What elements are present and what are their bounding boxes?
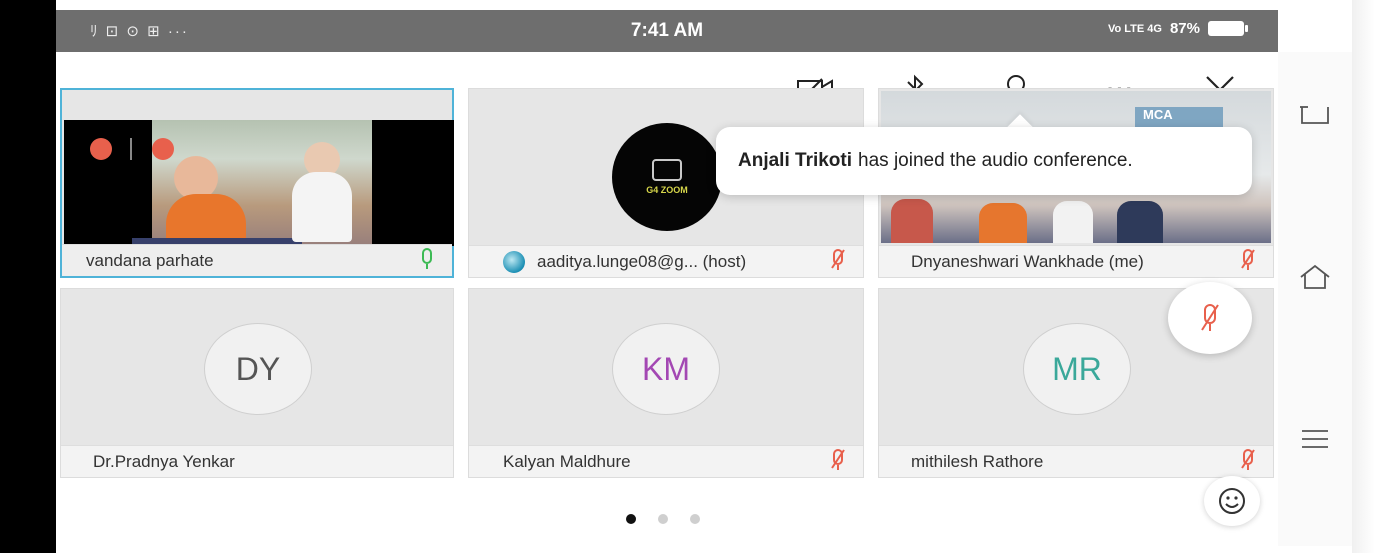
avatar-initials: KM	[642, 350, 690, 387]
avatar: DY	[204, 323, 312, 415]
recording-icon	[90, 138, 112, 160]
participant-name: vandana parhate	[86, 250, 214, 270]
reactions-button[interactable]	[1204, 476, 1260, 526]
background-banner: MCA	[1135, 107, 1223, 127]
toast-message: has joined the audio conference.	[858, 150, 1133, 171]
participant-name: Kalyan Maldhure	[503, 451, 631, 471]
back-button[interactable]	[1296, 96, 1334, 134]
page-dot[interactable]	[690, 514, 700, 524]
mic-muted-icon	[1241, 449, 1255, 470]
network-indicator: Vo LTE 4G	[1107, 22, 1162, 35]
avatar-initials: DY	[235, 350, 281, 387]
participant-name-bar: vandana parhate	[62, 244, 452, 276]
avatar: MR	[1023, 323, 1131, 415]
home-button[interactable]	[1296, 258, 1334, 296]
smiley-icon	[1219, 488, 1245, 514]
system-navigation-bar	[1278, 52, 1352, 546]
edge-shadow	[1352, 0, 1375, 553]
battery-percentage: 87%	[1169, 20, 1200, 37]
host-avatar: G4 ZOOM	[612, 123, 722, 231]
participant-name-bar: Kalyan Maldhure	[469, 445, 863, 477]
participant-name-bar: mithilesh Rathore	[879, 445, 1273, 477]
status-indicators: Vo LTE 4G 87%	[1107, 20, 1248, 37]
participant-name: Dnyaneshwari Wankhade (me)	[911, 251, 1144, 271]
avatar: KM	[612, 323, 720, 415]
mic-muted-icon	[831, 449, 845, 470]
battery-icon	[1208, 21, 1248, 36]
toast-participant-name: Anjali Trikoti	[738, 150, 853, 171]
participant-tile[interactable]: vandana parhate	[60, 88, 454, 278]
participant-tile[interactable]: KM Kalyan Maldhure	[468, 288, 864, 478]
mic-muted-icon	[1201, 304, 1219, 331]
page-indicator[interactable]	[626, 514, 700, 524]
mic-muted-icon	[1241, 249, 1255, 270]
participant-video	[64, 120, 454, 276]
left-edge-bar	[0, 0, 56, 553]
meeting-screen: ··· vandana parhate	[56, 52, 1278, 546]
participant-name-bar: Dr.Pradnya Yenkar	[61, 445, 453, 477]
participant-name: Dr.Pradnya Yenkar	[93, 451, 235, 471]
page-dot[interactable]	[658, 514, 668, 524]
live-indicator-icon	[152, 138, 174, 160]
status-bar: ﾘ ⊡ ⊙ ⊞ ··· 7:41 AM Vo LTE 4G 87%	[56, 10, 1278, 52]
mic-on-icon	[422, 248, 432, 269]
menu-icon	[1302, 430, 1328, 448]
logo-text: G4 ZOOM	[646, 185, 688, 195]
join-notification-toast: Anjali Trikoti has joined the audio conf…	[716, 127, 1252, 195]
avatar-initials: MR	[1052, 350, 1102, 387]
participant-name-bar: Dnyaneshwari Wankhade (me)	[879, 245, 1273, 277]
host-profile-icon	[503, 250, 525, 273]
mic-muted-icon	[831, 249, 845, 270]
participant-name: mithilesh Rathore	[911, 451, 1044, 471]
back-icon	[1300, 106, 1329, 124]
camera-logo-icon	[651, 159, 682, 181]
participant-tile[interactable]: DY Dr.Pradnya Yenkar	[60, 288, 454, 478]
home-icon	[1300, 264, 1330, 289]
unmute-button[interactable]	[1168, 282, 1252, 354]
recents-button[interactable]	[1296, 420, 1334, 458]
status-time: 7:41 AM	[630, 20, 704, 41]
page-dot[interactable]	[626, 514, 636, 524]
participant-name-bar: aaditya.lunge08@g... (host)	[469, 245, 863, 277]
participant-name: aaditya.lunge08@g... (host)	[537, 251, 747, 271]
